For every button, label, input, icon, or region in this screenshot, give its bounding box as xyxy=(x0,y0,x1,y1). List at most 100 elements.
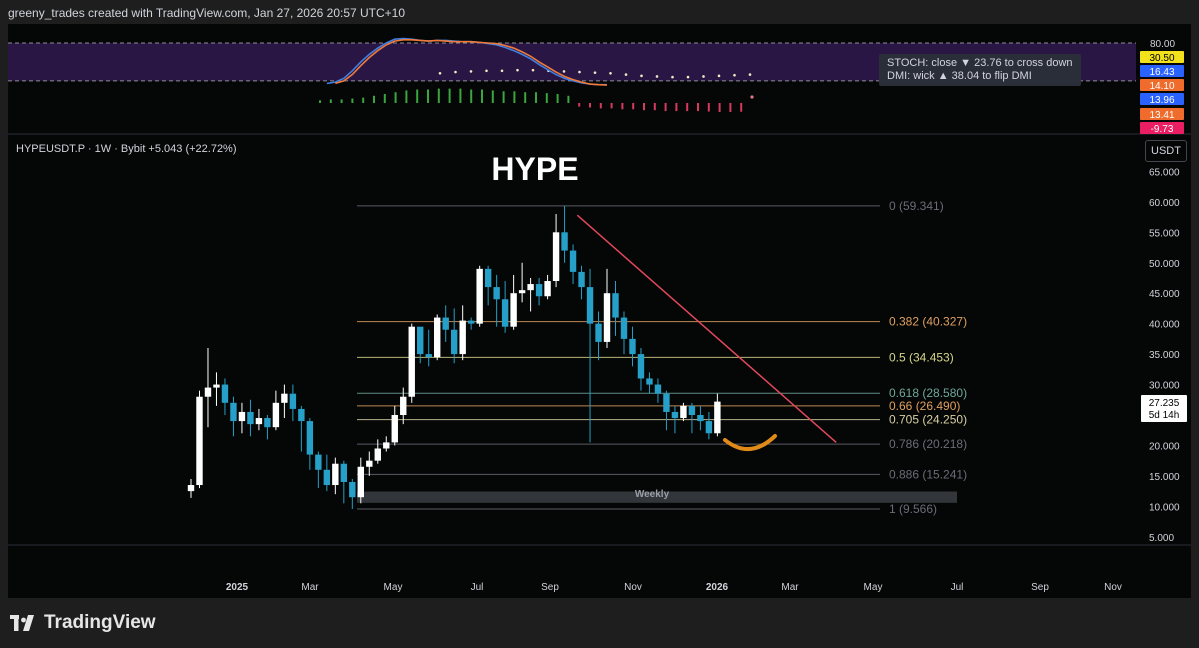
candle-body xyxy=(535,284,543,297)
fib-level-label: 0.66 (26.490) xyxy=(889,399,960,413)
dmi-dot xyxy=(686,75,690,79)
tradingview-logo-text: TradingView xyxy=(44,612,156,633)
dmi-dot xyxy=(671,75,674,79)
dmi-dot xyxy=(516,68,519,72)
candle-body xyxy=(637,354,645,379)
candle-body xyxy=(459,320,466,355)
time-axis-tick: Jul xyxy=(951,582,964,593)
dmi-dot xyxy=(531,68,535,72)
dmi-dot xyxy=(469,70,473,73)
candle-body xyxy=(680,405,687,419)
price-axis-tick: 45.000 xyxy=(1149,289,1180,300)
time-axis-tick: May xyxy=(864,582,883,593)
stoch-info-line: STOCH: close ▼ 23.76 to cross down xyxy=(887,57,1073,69)
candle-body xyxy=(569,250,577,272)
time-axis-tick: Jul xyxy=(471,582,484,593)
candle-body xyxy=(204,387,212,397)
fib-level-label: 0.382 (40.327) xyxy=(889,315,967,329)
price-axis-tick: 40.000 xyxy=(1149,320,1180,331)
candle-body xyxy=(578,271,585,288)
price-axis-tick: 35.000 xyxy=(1149,350,1180,361)
price-axis-tick: 65.000 xyxy=(1149,167,1180,178)
fib-level-label: 0.886 (15.241) xyxy=(889,467,967,481)
price-axis-tick: 5.000 xyxy=(1149,533,1174,544)
candle-body xyxy=(281,393,288,403)
fib-level-label: 1 (9.566) xyxy=(889,502,937,516)
candle-body xyxy=(603,293,611,342)
chart-svg[interactable]: 0 (59.341)0.382 (40.327)0.5 (34.453)0.61… xyxy=(0,0,1199,648)
candle-body xyxy=(629,338,636,355)
dmi-dot xyxy=(748,73,752,76)
candle-body xyxy=(493,287,500,300)
candle-body xyxy=(340,463,348,482)
candle-body xyxy=(221,384,229,403)
price-axis-tick: 50.000 xyxy=(1149,259,1180,270)
candle-body xyxy=(425,354,432,358)
currency-button[interactable]: USDT xyxy=(1145,140,1187,162)
candle-body xyxy=(714,401,721,434)
candle-body xyxy=(586,287,594,324)
dmi-dot xyxy=(640,74,643,78)
stoch-value-label: 14.10 xyxy=(1149,81,1174,92)
candle-body xyxy=(654,384,662,394)
candle-body xyxy=(298,408,305,422)
stoch-value-label: 13.41 xyxy=(1149,110,1174,121)
stoch-value-label: 16.43 xyxy=(1149,67,1174,78)
stoch-value-label: -9.73 xyxy=(1151,124,1174,135)
candle-body xyxy=(383,442,390,449)
candle-body xyxy=(187,485,195,492)
dmi-dot xyxy=(500,69,504,73)
price-axis-tick: 30.000 xyxy=(1149,381,1180,392)
dmi-dot xyxy=(593,71,597,74)
candle-body xyxy=(230,402,237,422)
axes: 80.00 30.50 16.43 14.10 13.96 13.41 -9.73 65.00… xyxy=(8,39,1191,593)
time-axis-tick: 2025 xyxy=(226,582,249,593)
fib-level-label: 0.5 (34.453) xyxy=(889,350,954,364)
candle-body xyxy=(196,396,203,486)
candle-body xyxy=(476,268,483,324)
dmi-dot xyxy=(485,69,488,73)
time-axis-tick: Mar xyxy=(781,582,799,593)
candle-body xyxy=(366,460,373,467)
candle-body xyxy=(620,317,628,339)
symbol-info[interactable]: HYPEUSDT.P · 1W · Bybit +5.043 (+22.72%) xyxy=(16,143,237,155)
time-axis-tick: Sep xyxy=(1031,582,1049,593)
dmi-dot xyxy=(702,75,705,78)
candle-body xyxy=(501,299,509,327)
last-price-countdown: 5d 14h xyxy=(1149,410,1180,421)
candle-body xyxy=(247,411,254,425)
candle-body xyxy=(467,320,475,324)
last-price-value: 27.235 xyxy=(1149,398,1180,409)
price-pane: 0 (59.341)0.382 (40.327)0.5 (34.453)0.61… xyxy=(187,151,967,516)
candle-body xyxy=(323,469,331,486)
dmi-info-line: DMI: wick ▲ 38.04 to flip DMI xyxy=(887,70,1032,82)
candle-body xyxy=(552,232,560,282)
candle-body xyxy=(671,411,679,419)
candle-body xyxy=(663,393,670,412)
candle-body xyxy=(357,466,364,498)
candle-body xyxy=(561,232,568,251)
price-axis-tick: 55.000 xyxy=(1149,228,1180,239)
candle-body xyxy=(238,411,246,422)
dmi-dot xyxy=(454,70,457,74)
candle-body xyxy=(646,378,653,385)
fib-level-label: 0 (59.341) xyxy=(889,199,944,213)
candle-body xyxy=(544,281,551,297)
stoch-marker-dot xyxy=(750,95,754,99)
support-arc-annotation xyxy=(723,434,777,451)
time-axis-tick: 2026 xyxy=(706,582,729,593)
tradingview-logo[interactable]: TradingView xyxy=(10,612,156,634)
candle-body xyxy=(434,317,441,358)
candle-body xyxy=(349,481,356,498)
candle-body xyxy=(374,448,381,461)
dmi-dot xyxy=(578,70,581,74)
stoch-value-label: 13.96 xyxy=(1149,95,1174,106)
weekly-zone-label: Weekly xyxy=(635,489,670,500)
candle-body xyxy=(688,405,696,415)
candle-body xyxy=(306,421,314,455)
dmi-dot xyxy=(624,73,628,76)
candle-body xyxy=(408,326,415,397)
candle-body xyxy=(527,284,534,291)
candle-body xyxy=(442,317,449,330)
candle-body xyxy=(518,290,526,294)
